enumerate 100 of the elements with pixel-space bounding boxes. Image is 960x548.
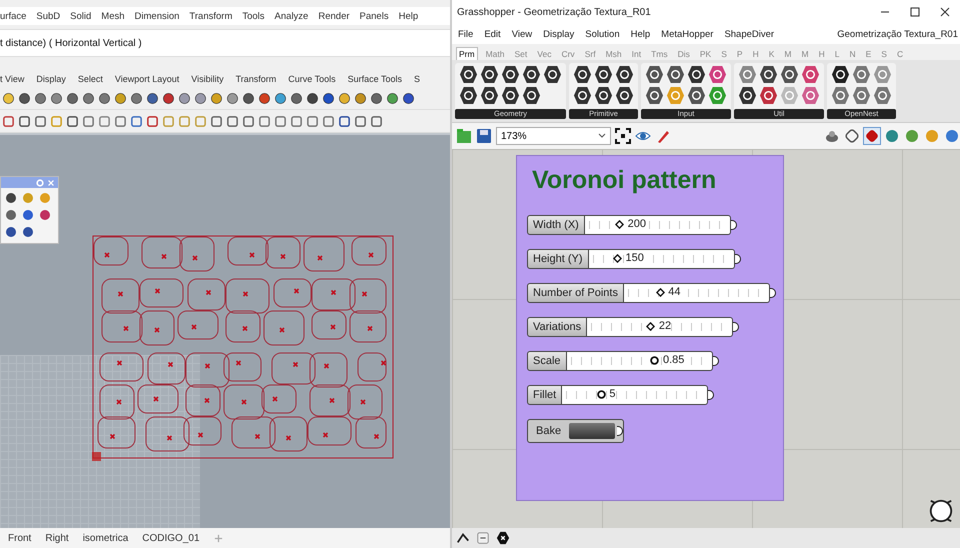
viewport-tab[interactable]: Right xyxy=(45,532,69,544)
toolbar-tab[interactable]: t View xyxy=(0,74,24,84)
brush-icon[interactable] xyxy=(655,128,671,144)
slider-handle[interactable] xyxy=(613,254,622,263)
component-icon[interactable] xyxy=(480,65,499,84)
tool-icon[interactable] xyxy=(210,114,223,128)
tool-icon[interactable] xyxy=(2,114,15,128)
tool-icon[interactable] xyxy=(242,114,255,128)
menu-item[interactable]: Solution xyxy=(585,28,620,40)
component-icon[interactable] xyxy=(645,86,664,105)
toolbar-tab[interactable]: Select xyxy=(78,74,103,84)
component-icon[interactable] xyxy=(543,65,562,84)
tool-icon[interactable] xyxy=(338,114,351,128)
menu-item[interactable]: Transform xyxy=(189,10,232,22)
component-icon[interactable] xyxy=(666,65,685,84)
tool-icon[interactable] xyxy=(338,92,351,104)
toolbar-tab[interactable]: Surface Tools xyxy=(348,74,402,84)
tool-icon[interactable] xyxy=(114,92,127,104)
tool-icon[interactable] xyxy=(146,114,159,128)
component-icon[interactable] xyxy=(501,65,520,84)
slider-handle[interactable] xyxy=(656,288,665,297)
menu-item[interactable]: Panels xyxy=(360,10,389,22)
tool-icon[interactable] xyxy=(98,92,111,104)
component-tab[interactable]: Prm xyxy=(456,47,478,60)
menu-item[interactable]: Dimension xyxy=(134,10,180,22)
component-icon[interactable] xyxy=(645,65,664,84)
tool-icon[interactable] xyxy=(370,92,383,104)
viewport-tab[interactable]: Front xyxy=(8,532,32,544)
folder-icon[interactable] xyxy=(456,128,472,144)
toolbar-tab[interactable]: S xyxy=(414,74,420,84)
toolbar-tab[interactable]: Display xyxy=(36,74,66,84)
component-icon[interactable] xyxy=(522,65,541,84)
tool-icon[interactable] xyxy=(34,92,47,104)
preview-icon[interactable] xyxy=(824,128,840,144)
menu-item[interactable]: Tools xyxy=(242,10,265,22)
slider-handle[interactable] xyxy=(646,322,656,331)
component-icon[interactable] xyxy=(573,86,592,105)
tool-icon[interactable] xyxy=(194,92,207,104)
component-icon[interactable] xyxy=(780,65,799,84)
zoom-field[interactable]: 173% xyxy=(496,127,611,145)
tool-icon[interactable] xyxy=(146,92,159,104)
slider-handle[interactable] xyxy=(615,220,624,229)
component-icon[interactable] xyxy=(687,86,706,105)
close-icon[interactable] xyxy=(940,7,950,17)
component-icon[interactable] xyxy=(594,86,613,105)
component-icon[interactable] xyxy=(594,65,613,84)
tool-icon[interactable] xyxy=(322,92,335,104)
menu-item[interactable]: Edit xyxy=(484,28,501,40)
menu-item[interactable]: File xyxy=(458,28,474,40)
menu-item[interactable]: ShapeDiver xyxy=(724,28,774,40)
menu-item[interactable]: Render xyxy=(318,10,350,22)
button-component[interactable]: Bake xyxy=(527,419,624,443)
component-icon[interactable] xyxy=(615,65,634,84)
tool-icon[interactable] xyxy=(226,114,239,128)
viewport-tab[interactable]: isometrica xyxy=(82,532,128,544)
component-icon[interactable] xyxy=(459,86,478,105)
output-port[interactable] xyxy=(617,426,624,436)
tool-icon[interactable] xyxy=(258,92,271,104)
menu-item[interactable]: urface xyxy=(0,10,26,22)
component-icon[interactable] xyxy=(759,65,778,84)
tool-icon[interactable] xyxy=(370,114,383,128)
close-icon[interactable] xyxy=(496,531,510,545)
menu-item[interactable]: SubD xyxy=(36,10,60,22)
wireframe-icon[interactable] xyxy=(844,128,860,144)
canvas-navigator-icon[interactable] xyxy=(928,498,954,524)
slider-handle[interactable] xyxy=(650,356,660,365)
tool-icon[interactable] xyxy=(2,92,15,104)
tool-icon[interactable] xyxy=(242,92,255,104)
tool-icon[interactable] xyxy=(354,92,367,104)
maximize-icon[interactable] xyxy=(910,7,920,17)
tool-icon[interactable] xyxy=(18,92,31,104)
tool-icon[interactable] xyxy=(178,92,191,104)
tool-icon[interactable] xyxy=(306,92,319,104)
tool-icon[interactable] xyxy=(18,114,31,128)
menu-item[interactable]: Analyze xyxy=(274,10,308,22)
menu-item[interactable]: Solid xyxy=(70,10,92,22)
component-icon[interactable] xyxy=(501,86,520,105)
tool-icon[interactable] xyxy=(226,92,239,104)
toolbar-tab[interactable]: Visibility xyxy=(191,74,224,84)
component-icon[interactable] xyxy=(522,86,541,105)
menu-item[interactable]: Help xyxy=(630,28,650,40)
save-icon[interactable] xyxy=(476,128,492,144)
component-icon[interactable] xyxy=(831,65,850,84)
tool-icon[interactable] xyxy=(274,92,287,104)
output-port[interactable] xyxy=(708,390,714,400)
menu-item[interactable]: MetaHopper xyxy=(661,28,714,40)
tool-icon[interactable] xyxy=(402,92,415,104)
shaded-preview-icon[interactable] xyxy=(864,128,880,144)
menu-item[interactable]: Help xyxy=(398,10,418,22)
toolbar-tab[interactable]: Viewport Layout xyxy=(114,74,180,84)
zoom-extents-icon[interactable] xyxy=(615,128,631,144)
menu-item[interactable]: Display xyxy=(543,28,574,40)
tool-icon[interactable] xyxy=(210,92,223,104)
mesh-icon[interactable] xyxy=(884,128,900,144)
tool-icon[interactable] xyxy=(66,114,79,128)
tool-icon[interactable] xyxy=(50,92,63,104)
tool-icon[interactable] xyxy=(82,92,95,104)
component-icon[interactable] xyxy=(687,65,706,84)
viewport-tab[interactable]: CODIGO_01 xyxy=(142,532,200,544)
component-icon[interactable] xyxy=(615,86,634,105)
